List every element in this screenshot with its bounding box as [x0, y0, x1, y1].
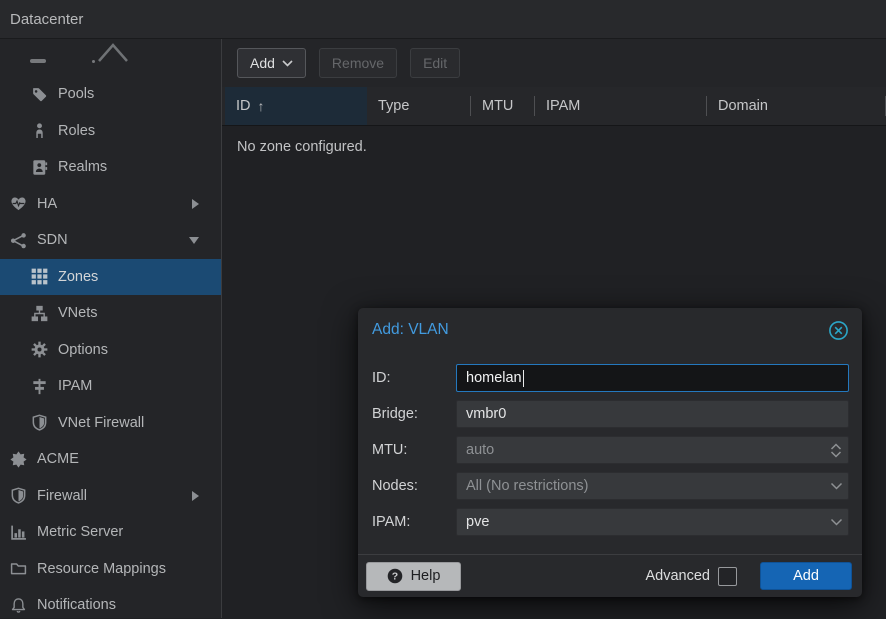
dialog-header[interactable]: Add: VLAN: [358, 308, 862, 352]
dialog-form: ID: homelan Bridge: MTU: Nodes:: [358, 352, 862, 554]
dialog-add-button[interactable]: Add: [760, 562, 852, 590]
sidebar-item-label: IPAM: [58, 378, 92, 394]
sidebar-item-ha[interactable]: HA: [0, 186, 221, 223]
ipam-select[interactable]: [456, 508, 849, 536]
sidebar-item-label: Realms: [58, 159, 107, 175]
heartbeat-icon: [10, 195, 27, 212]
help-button-label: Help: [411, 568, 441, 584]
help-button[interactable]: ? Help: [366, 562, 461, 591]
sidebar-item-label: VNets: [58, 305, 98, 321]
chevron-down-icon[interactable]: [824, 473, 848, 499]
text-cursor: [523, 370, 524, 387]
sidebar-item-vnet-firewall[interactable]: VNet Firewall: [0, 405, 221, 442]
network-nodes-icon: [10, 232, 27, 249]
mtu-field-label: MTU:: [372, 442, 456, 458]
sidebar-item-label: Options: [58, 342, 108, 358]
nodes-field-label: Nodes:: [372, 478, 456, 494]
sidebar-item-sdn[interactable]: SDN: [0, 222, 221, 259]
sidebar-item-pools[interactable]: Pools: [0, 76, 221, 113]
edit-button[interactable]: Edit: [410, 48, 460, 78]
sidebar-item-resource-mappings[interactable]: Resource Mappings: [0, 551, 221, 588]
sidebar-item-ipam[interactable]: IPAM: [0, 368, 221, 405]
svg-text:?: ?: [391, 571, 397, 583]
sidebar-item-firewall[interactable]: Firewall: [0, 478, 221, 515]
grid-icon: [31, 268, 48, 285]
id-field-label: ID:: [372, 370, 456, 386]
sidebar-item-label: Firewall: [37, 488, 87, 504]
clipped-icon: [30, 59, 46, 63]
sidebar-item-label: Resource Mappings: [37, 561, 166, 577]
column-header-id[interactable]: ID ↑: [225, 87, 367, 125]
zones-table-body: No zone configured.: [222, 126, 886, 155]
collapse-arrow-icon[interactable]: [189, 237, 199, 244]
nodes-select[interactable]: [456, 472, 849, 500]
sidebar-item-label: Roles: [58, 123, 95, 139]
top-header-bar: Datacenter: [0, 0, 886, 39]
dialog-title: Add: VLAN: [372, 321, 828, 339]
address-book-icon: [31, 159, 48, 176]
zones-table-header: ID ↑ Type MTU IPAM Domain: [222, 87, 886, 126]
bell-icon: [10, 597, 27, 614]
close-icon[interactable]: [828, 320, 849, 341]
sidebar-item-label: HA: [37, 196, 57, 212]
spinner-up-down-icon[interactable]: [824, 437, 848, 463]
advanced-checkbox[interactable]: [718, 567, 737, 586]
question-circle-icon: ?: [387, 568, 403, 584]
chevron-down-icon: [282, 60, 293, 67]
clipped-nav-item: [0, 39, 221, 76]
bar-chart-icon: [10, 524, 27, 541]
chevron-up-icon: [96, 39, 130, 63]
add-button-label: Add: [250, 55, 275, 71]
tags-icon: [31, 86, 48, 103]
sidebar-item-label: SDN: [37, 232, 68, 248]
sidebar-item-label: Zones: [58, 269, 98, 285]
sidebar-item-realms[interactable]: Realms: [0, 149, 221, 186]
add-vlan-dialog: Add: VLAN ID: homelan Bridge: MTU:: [358, 308, 862, 597]
sidebar-item-options[interactable]: Options: [0, 332, 221, 369]
sidebar-item-acme[interactable]: ACME: [0, 441, 221, 478]
dialog-footer: ? Help Advanced Add: [358, 554, 862, 597]
ipam-field-label: IPAM:: [372, 514, 456, 530]
sidebar-item-notifications[interactable]: Notifications: [0, 587, 221, 618]
id-input[interactable]: homelan: [456, 364, 849, 392]
sidebar: Pools Roles Realms HA SDN: [0, 39, 222, 618]
remove-button[interactable]: Remove: [319, 48, 397, 78]
gear-icon: [31, 341, 48, 358]
sidebar-item-label: VNet Firewall: [58, 415, 144, 431]
sidebar-item-metric-server[interactable]: Metric Server: [0, 514, 221, 551]
sitemap-icon: [31, 305, 48, 322]
sidebar-item-label: ACME: [37, 451, 79, 467]
sidebar-item-zones[interactable]: Zones: [0, 259, 221, 296]
sidebar-item-label: Notifications: [37, 597, 116, 613]
bridge-input[interactable]: [456, 400, 849, 428]
expand-arrow-icon[interactable]: [192, 199, 199, 209]
empty-table-message: No zone configured.: [237, 139, 367, 155]
mtu-spinner[interactable]: [456, 436, 849, 464]
column-header-domain[interactable]: Domain: [707, 87, 886, 125]
page-title: Datacenter: [10, 11, 83, 28]
sidebar-item-label: Pools: [58, 86, 94, 102]
zones-toolbar: Add Remove Edit: [222, 39, 886, 87]
signpost-icon: [31, 378, 48, 395]
chevron-down-icon[interactable]: [824, 509, 848, 535]
expand-arrow-icon[interactable]: [192, 491, 199, 501]
sort-ascending-icon: ↑: [258, 98, 265, 114]
user-icon: [31, 122, 48, 139]
remove-button-label: Remove: [332, 55, 384, 71]
shield-icon: [10, 487, 27, 504]
sidebar-item-roles[interactable]: Roles: [0, 113, 221, 150]
advanced-label: Advanced: [646, 568, 711, 584]
edit-button-label: Edit: [423, 55, 447, 71]
shield-icon: [31, 414, 48, 431]
column-header-ipam[interactable]: IPAM: [535, 87, 707, 125]
sidebar-item-label: Metric Server: [37, 524, 123, 540]
sidebar-item-vnets[interactable]: VNets: [0, 295, 221, 332]
column-header-mtu[interactable]: MTU: [471, 87, 535, 125]
certificate-icon: [10, 451, 27, 468]
folder-icon: [10, 560, 27, 577]
column-header-type[interactable]: Type: [367, 87, 471, 125]
add-button[interactable]: Add: [237, 48, 306, 78]
bridge-field-label: Bridge:: [372, 406, 456, 422]
